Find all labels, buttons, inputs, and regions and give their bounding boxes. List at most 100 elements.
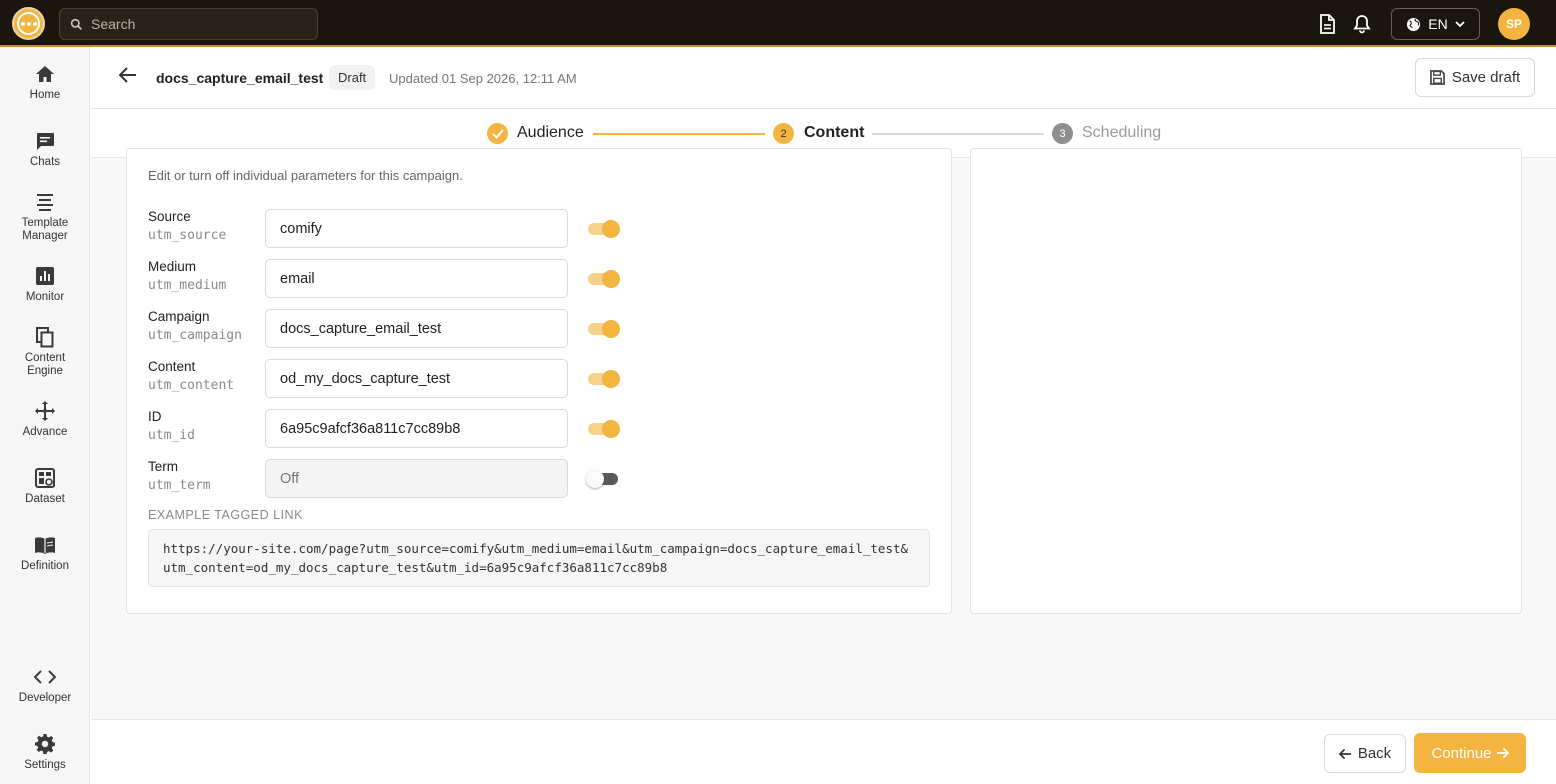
sidebar-item-label: Dataset <box>25 493 65 505</box>
param-key: utm_content <box>148 378 235 393</box>
continue-button[interactable]: Continue <box>1414 733 1526 773</box>
utm-id-toggle[interactable] <box>588 420 620 438</box>
sidebar-item-settings[interactable]: Settings <box>0 733 90 772</box>
language-selector[interactable]: EN <box>1391 8 1480 40</box>
top-bar: EN SP <box>0 0 1556 47</box>
utm-medium-toggle[interactable] <box>588 270 620 288</box>
sidebar-item-label: Advance <box>22 426 68 438</box>
save-icon <box>1429 70 1445 85</box>
utm-term-input[interactable] <box>265 459 568 498</box>
sidebar-item-template-manager[interactable]: Template Manager <box>0 191 90 243</box>
dataset-icon <box>34 467 56 489</box>
step-audience[interactable]: Audience <box>517 124 584 142</box>
back-arrow-icon[interactable] <box>118 67 139 87</box>
param-key: utm_campaign <box>148 328 242 343</box>
step-connector <box>593 133 765 135</box>
utm-source-toggle[interactable] <box>588 220 620 238</box>
sidebar: Home Chats Template Manager Monitor Cont… <box>0 47 90 784</box>
chevron-down-icon <box>1455 21 1465 28</box>
sidebar-item-label: Definition <box>21 560 69 572</box>
sidebar-item-advance[interactable]: Advance <box>0 400 90 439</box>
save-draft-button[interactable]: Save draft <box>1415 58 1535 97</box>
utm-term-toggle[interactable] <box>586 470 620 488</box>
param-key: utm_medium <box>148 278 227 293</box>
utm-campaign-input[interactable] <box>265 309 568 348</box>
utm-content-toggle[interactable] <box>588 370 620 388</box>
step-number: 3 <box>1052 123 1073 144</box>
campaign-name: docs_capture_email_test <box>156 70 324 86</box>
sidebar-item-content-engine[interactable]: Content Engine <box>0 326 90 378</box>
preview-panel <box>970 148 1522 614</box>
param-key: utm_source <box>148 228 227 243</box>
sidebar-item-label: Chats <box>29 156 61 168</box>
home-icon <box>34 63 56 85</box>
utm-param-row-id: ID utm_id <box>148 409 928 449</box>
example-tagged-link: https://your-site.com/page?utm_source=co… <box>148 529 930 587</box>
sidebar-item-definition[interactable]: Definition <box>0 534 90 573</box>
param-key: utm_id <box>148 428 195 443</box>
arrow-right-icon <box>1496 747 1509 759</box>
sidebar-item-label: Template Manager <box>21 217 69 242</box>
utm-intro-text: Edit or turn off individual parameters f… <box>148 168 463 183</box>
example-link-label: EXAMPLE TAGGED LINK <box>148 508 303 522</box>
globe-icon <box>1407 17 1421 31</box>
arrow-left-icon <box>1338 748 1351 759</box>
sidebar-item-developer[interactable]: Developer <box>0 666 90 705</box>
step-scheduling[interactable]: Scheduling <box>1082 124 1161 142</box>
save-draft-label: Save draft <box>1451 69 1521 86</box>
bell-icon[interactable] <box>1350 12 1374 36</box>
utm-content-input[interactable] <box>265 359 568 398</box>
search-icon <box>70 18 82 30</box>
step-content[interactable]: Content <box>804 124 864 142</box>
utm-param-row-content: Content utm_content <box>148 359 928 399</box>
main-content: Edit or turn off individual parameters f… <box>91 148 1556 719</box>
utm-parameters-card: Edit or turn off individual parameters f… <box>126 148 952 614</box>
utm-param-row-term: Term utm_term <box>148 459 928 499</box>
param-label: Campaign <box>148 309 210 324</box>
utm-id-input[interactable] <box>265 409 568 448</box>
param-label: Medium <box>148 259 197 274</box>
sidebar-item-label: Content Engine <box>24 352 66 377</box>
campaign-header: docs_capture_email_test Draft Updated 01… <box>91 47 1556 109</box>
sidebar-item-label: Settings <box>24 759 66 771</box>
utm-medium-input[interactable] <box>265 259 568 298</box>
avatar[interactable]: SP <box>1498 8 1530 40</box>
document-icon[interactable] <box>1315 12 1339 36</box>
sidebar-item-monitor[interactable]: Monitor <box>0 265 90 304</box>
monitor-icon <box>34 265 56 287</box>
step-connector <box>872 133 1044 135</box>
param-label: ID <box>148 409 162 424</box>
chat-icon <box>34 130 56 152</box>
back-button[interactable]: Back <box>1324 734 1406 773</box>
param-label: Content <box>148 359 196 374</box>
param-label: Source <box>148 209 191 224</box>
step-complete-check-icon <box>487 123 508 144</box>
updated-timestamp: Updated 01 Sep 2026, 12:11 AM <box>389 71 577 86</box>
utm-source-input[interactable] <box>265 209 568 248</box>
utm-param-row-source: Source utm_source <box>148 209 928 249</box>
sidebar-item-home[interactable]: Home <box>0 63 90 102</box>
sidebar-item-label: Home <box>29 89 61 101</box>
continue-button-label: Continue <box>1431 744 1492 762</box>
app-logo[interactable] <box>12 7 45 40</box>
sidebar-item-label: Developer <box>18 692 72 704</box>
status-badge: Draft <box>329 65 376 90</box>
language-label: EN <box>1428 16 1448 32</box>
search-box[interactable] <box>59 8 318 40</box>
utm-campaign-toggle[interactable] <box>588 320 620 338</box>
step-number: 2 <box>773 123 794 144</box>
logo-icon <box>17 12 40 35</box>
sidebar-item-chats[interactable]: Chats <box>0 130 90 169</box>
utm-param-row-medium: Medium utm_medium <box>148 259 928 299</box>
copy-icon <box>34 326 56 348</box>
move-icon <box>34 400 56 422</box>
code-icon <box>34 666 56 688</box>
footer-bar: Back Continue <box>91 719 1556 784</box>
utm-param-row-campaign: Campaign utm_campaign <box>148 309 928 349</box>
template-icon <box>34 191 56 213</box>
param-key: utm_term <box>148 478 211 493</box>
sidebar-item-dataset[interactable]: Dataset <box>0 467 90 506</box>
search-input[interactable] <box>91 16 291 32</box>
back-button-label: Back <box>1357 745 1392 762</box>
sidebar-item-label: Monitor <box>25 291 65 303</box>
